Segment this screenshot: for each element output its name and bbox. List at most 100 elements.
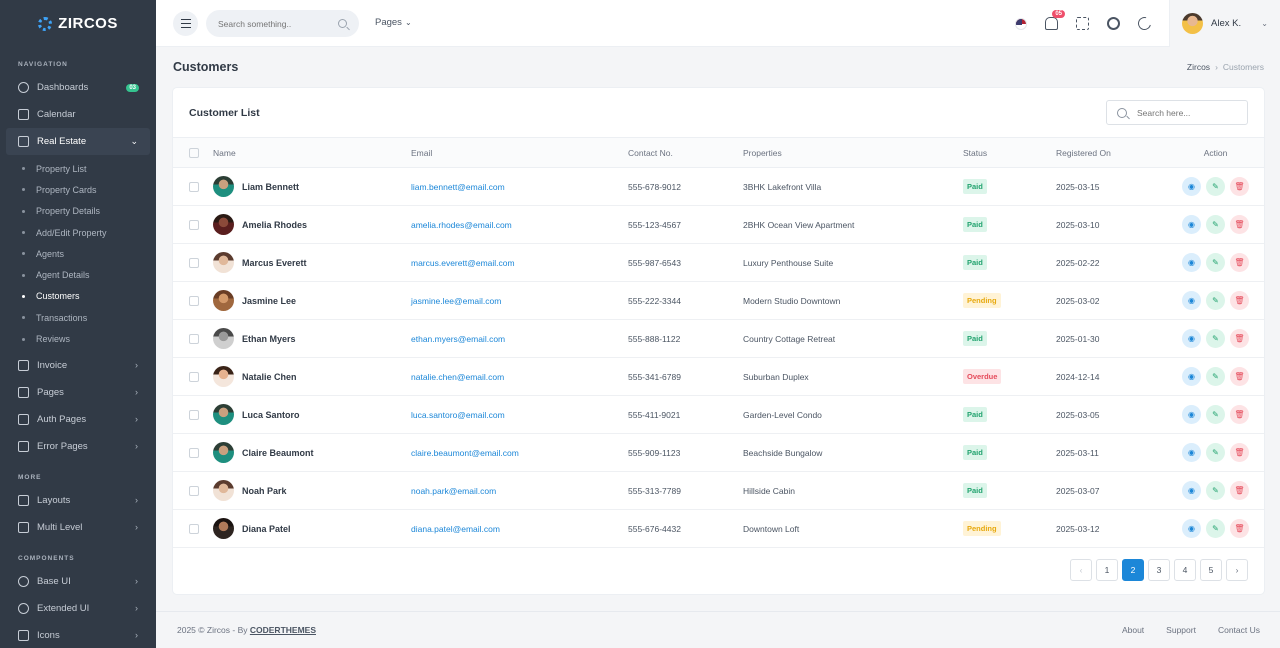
- delete-button[interactable]: 🗑: [1230, 367, 1249, 386]
- sidebar-item-extended-ui[interactable]: Extended UI ›: [0, 595, 156, 622]
- view-button[interactable]: ◉: [1182, 177, 1201, 196]
- row-checkbox[interactable]: [189, 295, 199, 306]
- footer-link-contact[interactable]: Contact Us: [1218, 625, 1260, 635]
- view-button[interactable]: ◉: [1182, 443, 1201, 462]
- row-checkbox[interactable]: [189, 447, 199, 458]
- row-checkbox[interactable]: [189, 485, 199, 496]
- select-all-checkbox[interactable]: [189, 147, 199, 158]
- author-link[interactable]: CODERTHEMES: [250, 625, 316, 635]
- customer-email-link[interactable]: amelia.rhodes@email.com: [411, 220, 512, 230]
- sidebar-subitem-customers[interactable]: Customers: [0, 286, 156, 307]
- sidebar-subitem-add-edit-property[interactable]: Add/Edit Property: [0, 222, 156, 243]
- edit-button[interactable]: ✎: [1206, 481, 1225, 500]
- moon-icon[interactable]: [1135, 14, 1154, 33]
- row-checkbox[interactable]: [189, 333, 199, 344]
- sidebar-item-real-estate[interactable]: Real Estate ⌄: [6, 128, 150, 155]
- edit-button[interactable]: ✎: [1206, 177, 1225, 196]
- sidebar-item-invoice[interactable]: Invoice ›: [0, 352, 156, 379]
- sidebar-item-auth-pages[interactable]: Auth Pages ›: [0, 406, 156, 433]
- sidebar-subitem-property-list[interactable]: Property List: [0, 158, 156, 179]
- pagination-page-1[interactable]: 1: [1096, 559, 1118, 581]
- sidebar-subitem-property-cards[interactable]: Property Cards: [0, 179, 156, 200]
- breadcrumb-root-link[interactable]: Zircos: [1187, 62, 1210, 72]
- sidebar-item-layouts[interactable]: Layouts ›: [0, 487, 156, 514]
- pagination-next-button[interactable]: ›: [1226, 559, 1248, 581]
- customer-name[interactable]: Natalie Chen: [242, 372, 297, 382]
- sidebar-subitem-agent-details[interactable]: Agent Details: [0, 264, 156, 285]
- customer-name[interactable]: Diana Patel: [242, 524, 291, 534]
- view-button[interactable]: ◉: [1182, 367, 1201, 386]
- customer-email-link[interactable]: jasmine.lee@email.com: [411, 296, 501, 306]
- delete-button[interactable]: 🗑: [1230, 443, 1249, 462]
- sidebar-item-pages[interactable]: Pages ›: [0, 379, 156, 406]
- sidebar-subitem-property-details[interactable]: Property Details: [0, 201, 156, 222]
- customer-name[interactable]: Marcus Everett: [242, 258, 307, 268]
- top-search-input[interactable]: [218, 18, 328, 29]
- pagination-page-2[interactable]: 2: [1122, 559, 1144, 581]
- customer-name[interactable]: Liam Bennett: [242, 182, 299, 192]
- edit-button[interactable]: ✎: [1206, 253, 1225, 272]
- row-checkbox[interactable]: [189, 257, 199, 268]
- sidebar-item-dashboards[interactable]: Dashboards 03: [0, 74, 156, 101]
- customer-email-link[interactable]: diana.patel@email.com: [411, 524, 500, 534]
- footer-link-support[interactable]: Support: [1166, 625, 1196, 635]
- sidebar-subitem-reviews[interactable]: Reviews: [0, 328, 156, 349]
- view-button[interactable]: ◉: [1182, 253, 1201, 272]
- sidebar-item-error-pages[interactable]: Error Pages ›: [0, 433, 156, 460]
- table-search-input[interactable]: [1137, 107, 1237, 118]
- pagination-page-4[interactable]: 4: [1174, 559, 1196, 581]
- customer-email-link[interactable]: natalie.chen@email.com: [411, 372, 504, 382]
- pagination-page-5[interactable]: 5: [1200, 559, 1222, 581]
- edit-button[interactable]: ✎: [1206, 329, 1225, 348]
- customer-name[interactable]: Claire Beaumont: [242, 448, 314, 458]
- gear-icon[interactable]: [1107, 17, 1120, 30]
- customer-email-link[interactable]: liam.bennett@email.com: [411, 182, 505, 192]
- delete-button[interactable]: 🗑: [1230, 405, 1249, 424]
- row-checkbox[interactable]: [189, 181, 199, 192]
- edit-button[interactable]: ✎: [1206, 519, 1225, 538]
- edit-button[interactable]: ✎: [1206, 443, 1225, 462]
- customer-name[interactable]: Luca Santoro: [242, 410, 300, 420]
- delete-button[interactable]: 🗑: [1230, 253, 1249, 272]
- edit-button[interactable]: ✎: [1206, 215, 1225, 234]
- user-menu[interactable]: Alex K. ⌄: [1169, 0, 1280, 47]
- view-button[interactable]: ◉: [1182, 481, 1201, 500]
- apps-grid-icon[interactable]: [1076, 17, 1089, 30]
- sidebar-item-base-ui[interactable]: Base UI ›: [0, 568, 156, 595]
- bell-icon[interactable]: 05: [1045, 10, 1065, 30]
- delete-button[interactable]: 🗑: [1230, 215, 1249, 234]
- view-button[interactable]: ◉: [1182, 329, 1201, 348]
- customer-email-link[interactable]: luca.santoro@email.com: [411, 410, 505, 420]
- edit-button[interactable]: ✎: [1206, 405, 1225, 424]
- customer-email-link[interactable]: ethan.myers@email.com: [411, 334, 505, 344]
- sidebar-item-calendar[interactable]: Calendar: [0, 101, 156, 128]
- sidebar-subitem-agents[interactable]: Agents: [0, 243, 156, 264]
- footer-link-about[interactable]: About: [1122, 625, 1144, 635]
- row-checkbox[interactable]: [189, 409, 199, 420]
- pagination-prev-button[interactable]: ‹: [1070, 559, 1092, 581]
- edit-button[interactable]: ✎: [1206, 291, 1225, 310]
- view-button[interactable]: ◉: [1182, 215, 1201, 234]
- sidebar-item-icons[interactable]: Icons ›: [0, 622, 156, 648]
- delete-button[interactable]: 🗑: [1230, 481, 1249, 500]
- edit-button[interactable]: ✎: [1206, 367, 1225, 386]
- customer-name[interactable]: Jasmine Lee: [242, 296, 296, 306]
- row-checkbox[interactable]: [189, 371, 199, 382]
- pages-dropdown[interactable]: Pages ⌄: [375, 17, 412, 28]
- us-flag-icon[interactable]: [1015, 17, 1027, 30]
- view-button[interactable]: ◉: [1182, 291, 1201, 310]
- row-checkbox[interactable]: [189, 523, 199, 534]
- customer-email-link[interactable]: claire.beaumont@email.com: [411, 448, 519, 458]
- delete-button[interactable]: 🗑: [1230, 519, 1249, 538]
- view-button[interactable]: ◉: [1182, 405, 1201, 424]
- sidebar-item-multi-level[interactable]: Multi Level ›: [0, 514, 156, 541]
- delete-button[interactable]: 🗑: [1230, 329, 1249, 348]
- sidebar-subitem-transactions[interactable]: Transactions: [0, 307, 156, 328]
- delete-button[interactable]: 🗑: [1230, 291, 1249, 310]
- menu-toggle-button[interactable]: [173, 11, 198, 36]
- customer-email-link[interactable]: marcus.everett@email.com: [411, 258, 515, 268]
- pagination-page-3[interactable]: 3: [1148, 559, 1170, 581]
- search-icon[interactable]: [338, 19, 347, 28]
- delete-button[interactable]: 🗑: [1230, 177, 1249, 196]
- customer-name[interactable]: Noah Park: [242, 486, 287, 496]
